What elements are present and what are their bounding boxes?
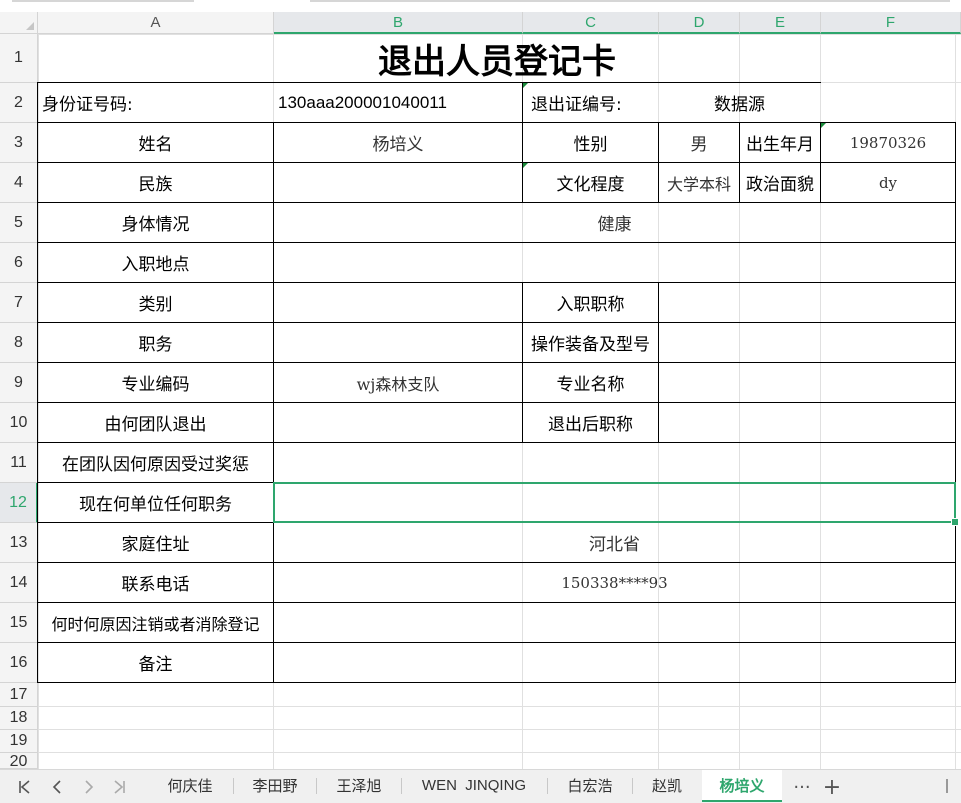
select-all-corner[interactable] [0, 12, 38, 34]
row-header-2[interactable]: 2 [0, 83, 38, 123]
awards-label-cell[interactable]: 在团队因何原因受过奖惩 [38, 443, 273, 482]
politics-label-cell[interactable]: 政治面貌 [740, 163, 820, 202]
birth-value-cell[interactable]: 19870326 [821, 123, 955, 162]
awards-value-cell[interactable] [274, 443, 955, 482]
last-sheet-icon [114, 780, 125, 794]
major-code-label-cell[interactable]: 专业编码 [38, 363, 273, 402]
entry-place-label-cell[interactable]: 入职地点 [38, 243, 273, 282]
sheet-tab[interactable]: 白宏浩 [550, 770, 630, 800]
add-sheet-button[interactable]: + [818, 770, 846, 803]
active-cell-selection[interactable] [273, 482, 959, 526]
more-sheets-button[interactable]: ··· [788, 770, 816, 803]
row-header-16[interactable]: 16 [0, 643, 38, 683]
phone-label-cell[interactable]: 联系电话 [38, 563, 273, 602]
address-value-cell[interactable]: 河北省 [274, 523, 955, 562]
birth-label-cell[interactable]: 出生年月 [740, 123, 820, 162]
row-header-20[interactable]: 20 [0, 753, 38, 770]
sheet-tab[interactable]: WEN JINQING [404, 770, 544, 800]
gender-value-cell[interactable]: 男 [659, 123, 739, 162]
major-code-value-cell[interactable]: wj森林支队 [274, 363, 522, 402]
chevron-left-icon [52, 780, 61, 794]
row-header-17[interactable]: 17 [0, 683, 38, 707]
duty-label-cell[interactable]: 职务 [38, 323, 273, 362]
education-label-cell[interactable]: 文化程度 [523, 163, 658, 202]
equipment-value-cell[interactable] [659, 323, 955, 362]
major-name-label-cell[interactable]: 专业名称 [523, 363, 658, 402]
cancel-label-cell[interactable]: 何时何原因注销或者消除登记 [38, 603, 273, 642]
gender-label-cell[interactable]: 性别 [523, 123, 658, 162]
equipment-label-cell[interactable]: 操作装备及型号 [523, 323, 658, 362]
name-label-cell[interactable]: 姓名 [38, 123, 273, 162]
phone-value-cell[interactable]: 150338****93 [274, 563, 955, 602]
column-header-b[interactable]: B [274, 12, 523, 34]
row-header-13[interactable]: 13 [0, 523, 38, 563]
health-value-cell[interactable]: 健康 [274, 203, 955, 242]
data-source-cell[interactable]: 数据源 [659, 83, 820, 122]
row-header-8[interactable]: 8 [0, 323, 38, 363]
row-header-14[interactable]: 14 [0, 563, 38, 603]
education-value-cell[interactable]: 大学本科 [659, 163, 739, 202]
row-header-19[interactable]: 19 [0, 730, 38, 753]
column-header-a[interactable]: A [38, 12, 274, 34]
row-header-12[interactable]: 12 [0, 483, 38, 523]
address-label-cell[interactable]: 家庭住址 [38, 523, 273, 562]
id-value-cell[interactable]: 130aaa200001040011 [274, 83, 522, 122]
duty-value-cell[interactable] [274, 323, 522, 362]
row-header-15[interactable]: 15 [0, 603, 38, 643]
sheet-tab-bar: 何庆佳 李田野 王泽旭 WEN JINQING 白宏浩 赵凯 杨培义 ··· + [0, 769, 961, 803]
row-header-10[interactable]: 10 [0, 403, 38, 443]
row-header-3[interactable]: 3 [0, 123, 38, 163]
cancel-value-cell[interactable] [274, 603, 955, 642]
exit-team-label-cell[interactable]: 由何团队退出 [38, 403, 273, 442]
health-label-cell[interactable]: 身体情况 [38, 203, 273, 242]
chevron-right-icon [85, 780, 94, 794]
exit-title-label-cell[interactable]: 退出后职称 [523, 403, 658, 442]
category-value-cell[interactable] [274, 283, 522, 322]
prev-sheet-button[interactable] [44, 770, 70, 803]
scroll-splitter-handle[interactable] [946, 779, 948, 793]
column-header-c[interactable]: C [523, 12, 659, 34]
id-label-cell[interactable]: 身份证号码: [38, 83, 273, 122]
exit-title-value-cell[interactable] [659, 403, 955, 442]
column-header-d[interactable]: D [659, 12, 740, 34]
row-header-4[interactable]: 4 [0, 163, 38, 203]
column-header-f[interactable]: F [821, 12, 961, 34]
entry-title-label-cell[interactable]: 入职职称 [523, 283, 658, 322]
last-sheet-button[interactable] [106, 770, 132, 803]
first-sheet-button[interactable] [12, 770, 38, 803]
ethnicity-label-cell[interactable]: 民族 [38, 163, 273, 202]
remarks-value-cell[interactable] [274, 643, 955, 682]
row-header-18[interactable]: 18 [0, 707, 38, 730]
sheet-tab[interactable]: 王泽旭 [319, 770, 399, 800]
entry-place-value-cell[interactable] [274, 243, 955, 282]
row-header-6[interactable]: 6 [0, 243, 38, 283]
category-label-cell[interactable]: 类别 [38, 283, 273, 322]
row-header-7[interactable]: 7 [0, 283, 38, 323]
row-header-1[interactable]: 1 [0, 34, 38, 83]
exit-no-label-cell[interactable]: 退出证编号: [523, 83, 658, 122]
first-sheet-icon [19, 780, 30, 794]
sheet-tab[interactable]: 赵凯 [635, 770, 699, 800]
row-header-11[interactable]: 11 [0, 443, 38, 483]
column-header-e[interactable]: E [740, 12, 821, 34]
current-job-label-cell[interactable]: 现在何单位任何职务 [38, 483, 273, 522]
row-header-5[interactable]: 5 [0, 203, 38, 243]
remarks-label-cell[interactable]: 备注 [38, 643, 273, 682]
major-name-value-cell[interactable] [659, 363, 955, 402]
ethnicity-value-cell[interactable] [274, 163, 522, 202]
exit-team-value-cell[interactable] [274, 403, 522, 442]
window-top-strip [0, 0, 961, 12]
sheet-tab[interactable]: 李田野 [236, 770, 314, 800]
row-header-9[interactable]: 9 [0, 363, 38, 403]
sheet-tab[interactable]: 何庆佳 [150, 770, 230, 800]
name-value-cell[interactable]: 杨培义 [274, 123, 522, 162]
sheet-tab-active[interactable]: 杨培义 [702, 770, 782, 802]
card-title[interactable]: 退出人员登记卡 [38, 34, 956, 82]
politics-value-cell[interactable]: dy [821, 163, 955, 202]
next-sheet-button[interactable] [76, 770, 102, 803]
entry-title-value-cell[interactable] [659, 283, 955, 322]
